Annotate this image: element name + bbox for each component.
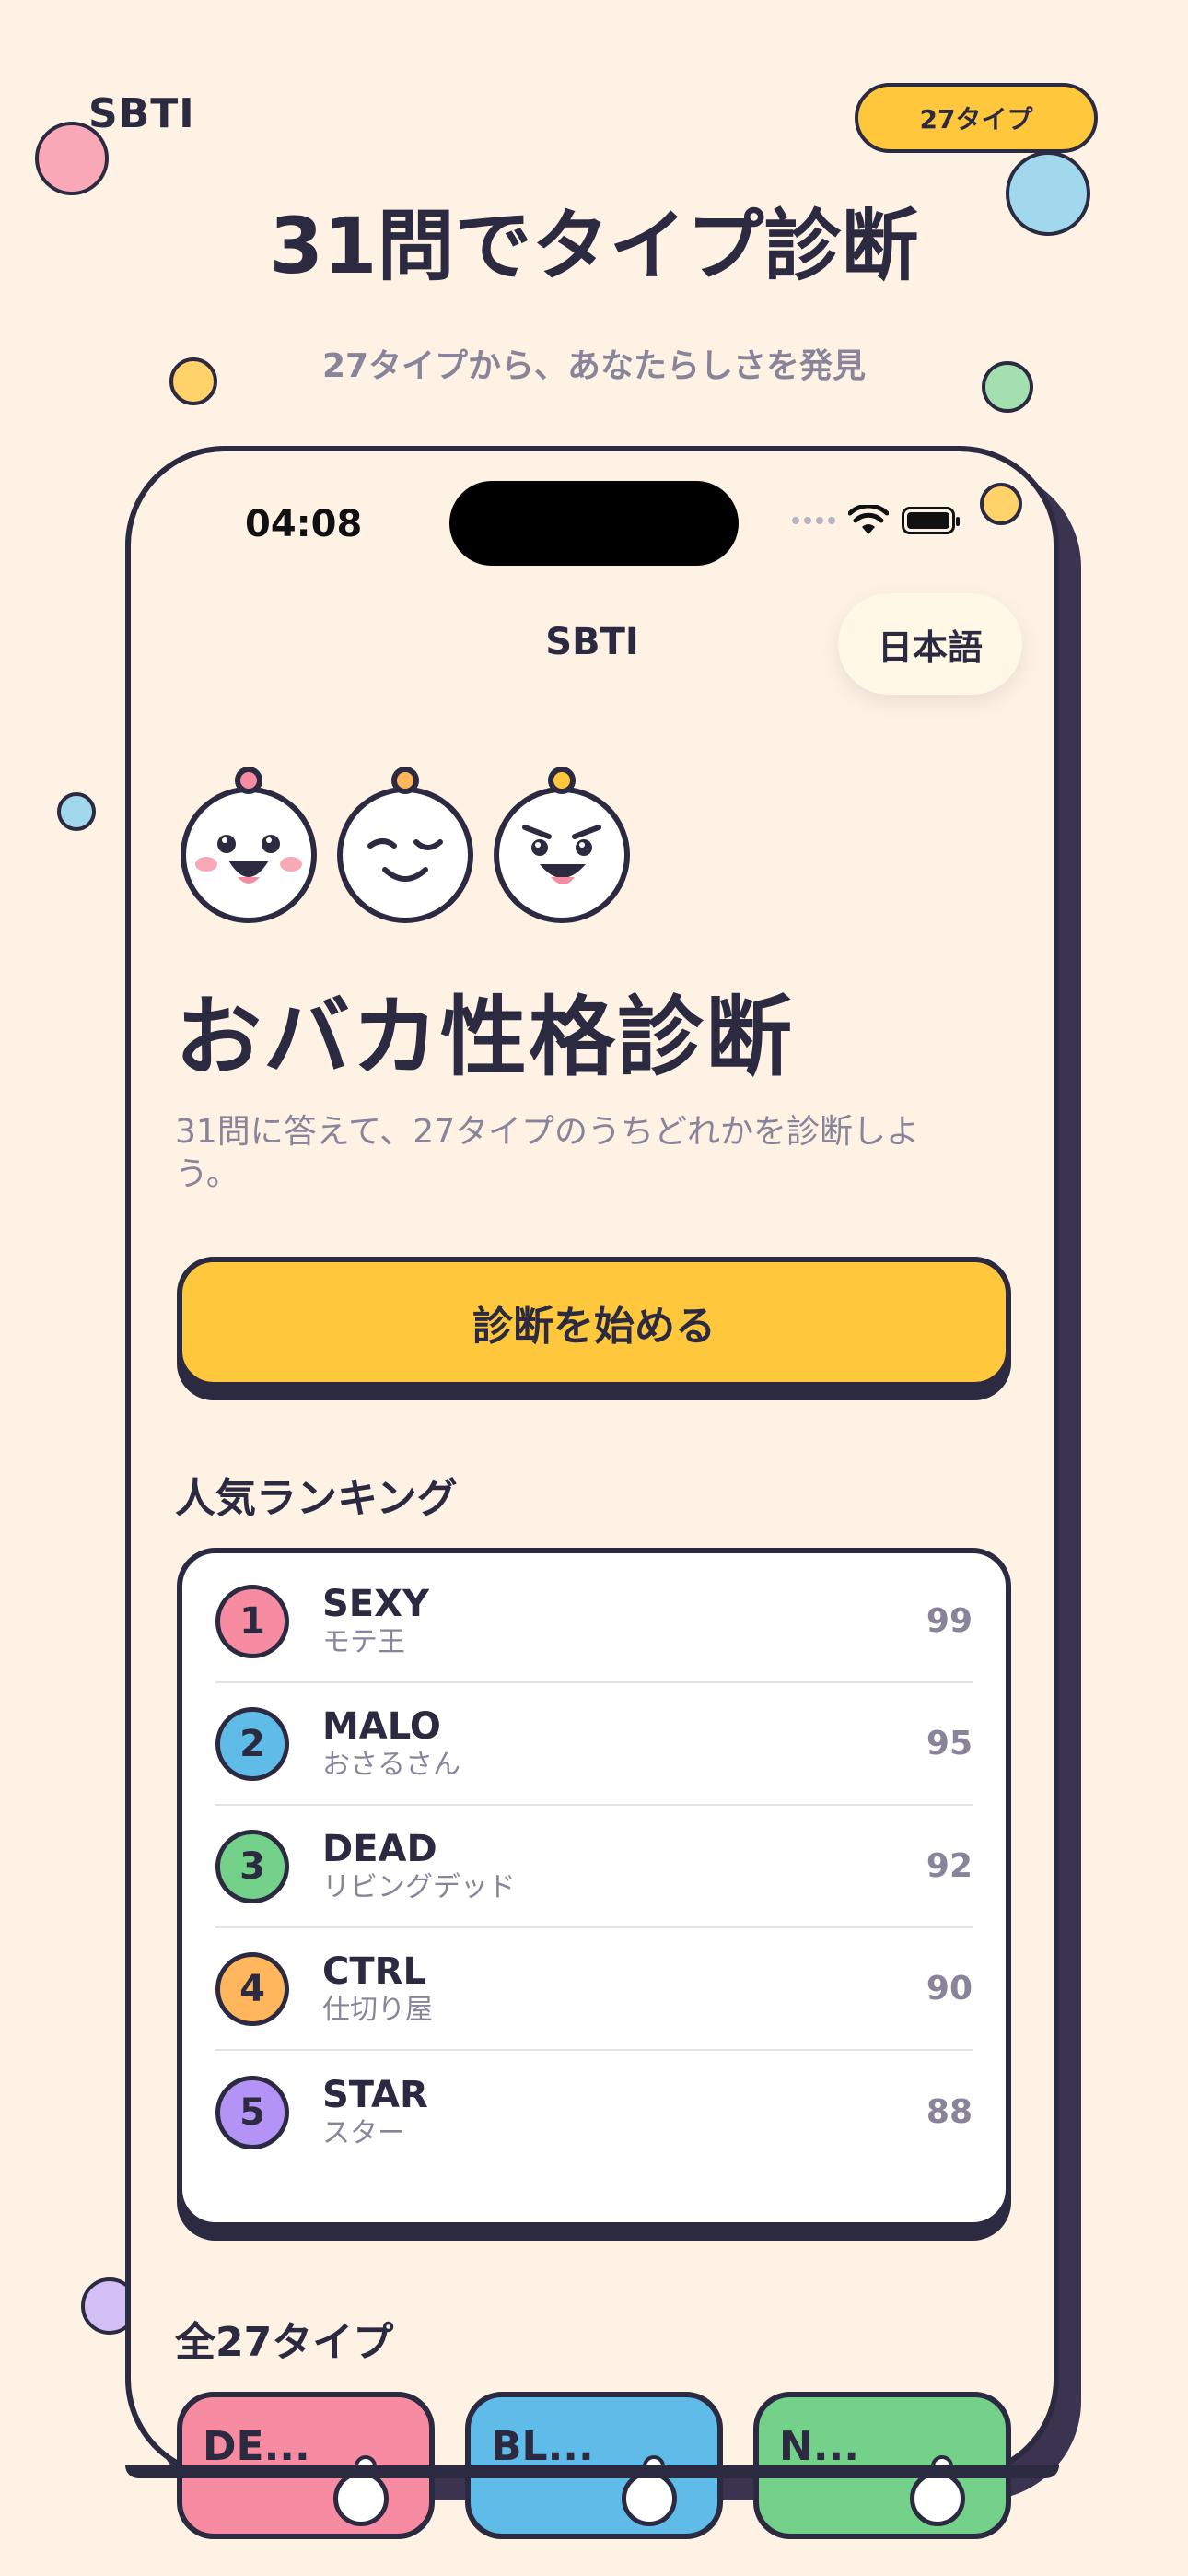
ranking-row[interactable]: 1 SEXY モテ王 99	[215, 1561, 973, 1683]
type-tile-label: DE...	[203, 2423, 310, 2470]
ranking-row[interactable]: 5 STAR スター 88	[215, 2051, 973, 2173]
face-icon	[333, 2455, 389, 2526]
language-button[interactable]: 日本語	[838, 593, 1022, 695]
type-code: DEAD	[322, 1827, 437, 1870]
type-score: 99	[926, 1602, 973, 1640]
ranking-row[interactable]: 4 CTRL 仕切り屋 90	[215, 1928, 973, 2051]
ranking-list: 1 SEXY モテ王 99 2 MALO おさるさん 95 3 DEAD リビン…	[177, 1548, 1011, 2228]
app-description: 31問に答えて、27タイプのうちどれかを診断しよう。	[175, 1113, 920, 1193]
ranking-row[interactable]: 2 MALO おさるさん 95	[215, 1683, 973, 1806]
rank-badge: 5	[215, 2075, 289, 2149]
type-name: リビングデッド	[322, 1870, 516, 1903]
type-name: スター	[322, 2116, 405, 2149]
decor-dot-blue-small	[57, 792, 96, 831]
signal-dots-icon	[792, 517, 835, 524]
type-tile-label: N...	[779, 2423, 859, 2470]
types-badge: 27タイプ	[855, 83, 1098, 153]
type-code: MALO	[322, 1704, 441, 1748]
promo-subheadline: 27タイプから、あなたらしさを発見	[321, 347, 867, 385]
brand-logo: SBTI	[88, 90, 195, 137]
face-icon	[622, 2455, 677, 2526]
status-time: 04:08	[245, 503, 363, 545]
type-code: STAR	[322, 2073, 428, 2116]
promo-headline: 31問でタイプ診断	[269, 201, 919, 291]
battery-icon	[902, 507, 960, 534]
type-name: モテ王	[322, 1625, 405, 1658]
face-mischief-icon	[494, 767, 630, 923]
status-icons	[792, 505, 960, 536]
ranking-title: 人気ランキング	[175, 1475, 458, 1522]
type-score: 88	[926, 2093, 973, 2131]
type-score: 92	[926, 1847, 973, 1885]
all-types-title: 全27タイプ	[175, 2319, 394, 2366]
type-name: おさるさん	[322, 1748, 460, 1781]
start-diagnosis-button[interactable]: 診断を始める	[177, 1257, 1011, 1388]
app-title: おバカ性格診断	[175, 988, 795, 1088]
rank-badge: 3	[215, 1829, 289, 1903]
rank-badge: 4	[215, 1951, 289, 2026]
type-code: CTRL	[322, 1950, 426, 1993]
type-score: 90	[926, 1970, 973, 2008]
rank-badge: 2	[215, 1706, 289, 1781]
rank-badge: 1	[215, 1584, 289, 1658]
face-happy-icon	[181, 767, 317, 923]
type-tile-label: BL...	[491, 2423, 594, 2470]
type-code: SEXY	[322, 1582, 429, 1625]
ranking-row[interactable]: 3 DEAD リビングデッド 92	[215, 1806, 973, 1928]
face-wink-icon	[337, 767, 473, 923]
dynamic-island	[449, 481, 739, 566]
type-score: 95	[926, 1725, 973, 1762]
type-name: 仕切り屋	[322, 1993, 433, 2026]
decor-dot-yellow-corner	[980, 483, 1022, 525]
phone-bottom-bezel	[125, 2465, 1059, 2478]
face-icon	[910, 2455, 965, 2526]
wifi-icon	[848, 505, 889, 534]
